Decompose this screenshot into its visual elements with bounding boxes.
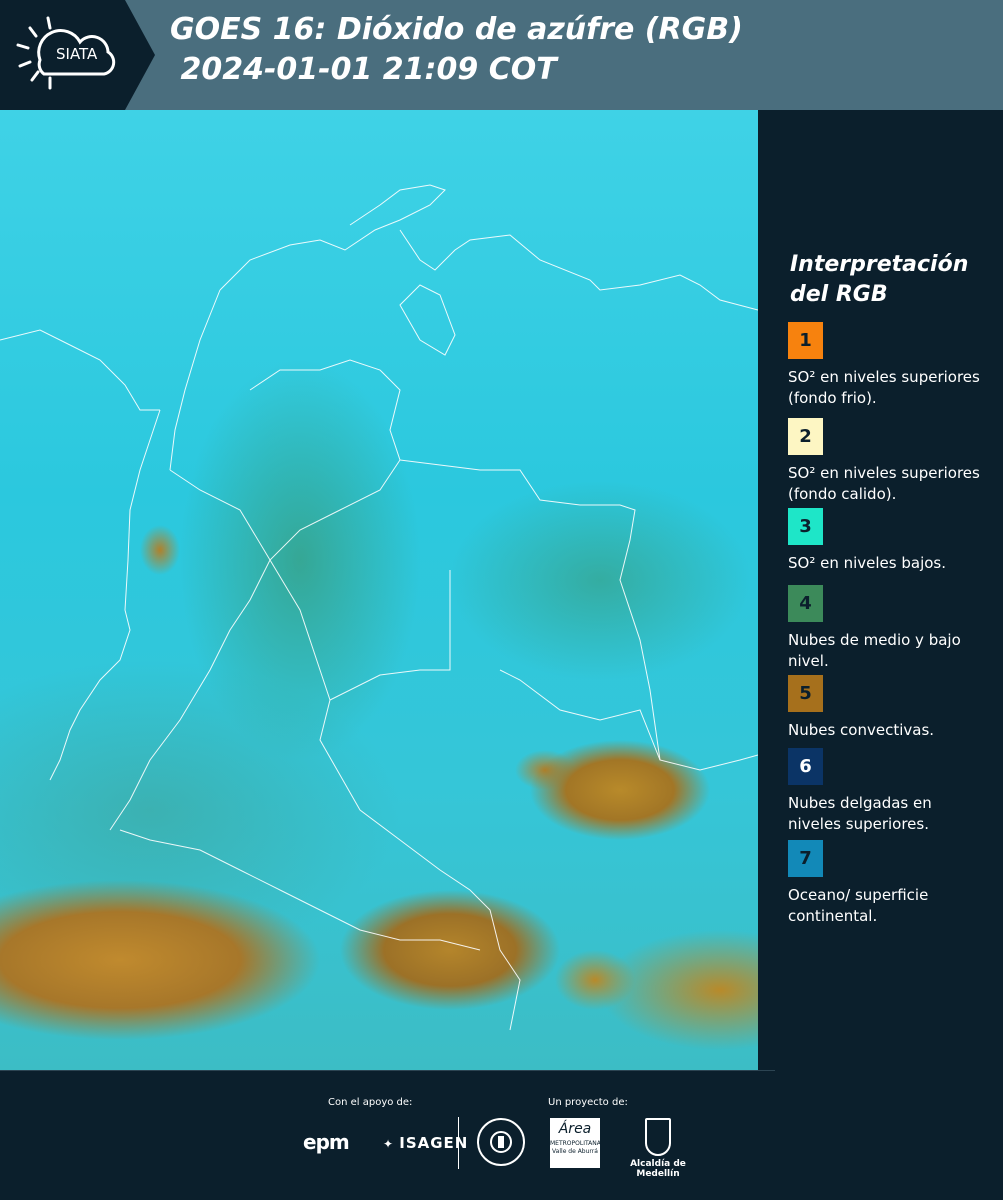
legend-item-2: 2 SO² en niveles superiores (fondo calid… <box>788 418 988 505</box>
legend-title: Interpretación del RGB <box>790 252 969 307</box>
area-sub: METROPOLITANA Valle de Aburrá <box>550 1140 601 1155</box>
legend-swatch: 5 <box>788 675 823 712</box>
area-name: Área <box>558 1121 592 1137</box>
legend-swatch: 2 <box>788 418 823 455</box>
legend-swatch: 6 <box>788 748 823 785</box>
legend-item-5: 5 Nubes convectivas. <box>788 675 988 741</box>
sponsor-divider <box>458 1117 459 1169</box>
support-label: Con el apoyo de: <box>328 1097 413 1108</box>
legend-text: Nubes de medio y bajo nivel. <box>788 631 961 670</box>
medellin-text: Alcaldía de Medellín <box>630 1159 686 1179</box>
university-seal-icon <box>477 1118 525 1166</box>
legend-text: SO² en niveles bajos. <box>788 554 947 572</box>
satellite-image <box>0 110 758 1070</box>
legend-item-4: 4 Nubes de medio y bajo nivel. <box>788 585 988 672</box>
footer: Con el apoyo de: Un proyecto de: epm ✦ I… <box>0 1070 1003 1200</box>
medellin-crest-icon <box>645 1118 671 1156</box>
legend-item-3: 3 SO² en niveles bajos. <box>788 508 988 574</box>
legend-text: Nubes delgadas en niveles superiores. <box>788 794 932 833</box>
alcaldia-medellin-logo: Alcaldía de Medellín <box>612 1118 704 1179</box>
legend-item-7: 7 Oceano/ superficie continental. <box>788 840 988 927</box>
siata-logo: SIATA <box>0 0 155 110</box>
project-label: Un proyecto de: <box>548 1097 628 1108</box>
legend-text: Nubes convectivas. <box>788 721 935 739</box>
page-title: GOES 16: Dióxido de azúfre (RGB) 2024-01… <box>170 10 743 90</box>
title-line-1: GOES 16: Dióxido de azúfre (RGB) <box>170 12 743 47</box>
legend-item-6: 6 Nubes delgadas en niveles superiores. <box>788 748 988 835</box>
title-line-2: 2024-01-01 21:09 COT <box>170 52 557 87</box>
country-borders <box>0 184 758 1031</box>
legend-panel: Interpretación del RGB 1 SO² en niveles … <box>760 110 1003 1070</box>
legend-swatch: 7 <box>788 840 823 877</box>
legend-text: SO² en niveles superiores (fondo frio). <box>788 368 980 407</box>
legend-text: Oceano/ superficie continental. <box>788 886 929 925</box>
legend-swatch: 4 <box>788 585 823 622</box>
isagen-mark-icon: ✦ <box>383 1137 400 1151</box>
legend-swatch: 1 <box>788 322 823 359</box>
footer-divider-line <box>0 1070 775 1071</box>
legend-item-1: 1 SO² en niveles superiores (fondo frio)… <box>788 322 988 409</box>
logo-text: SIATA <box>56 45 98 63</box>
legend-swatch: 3 <box>788 508 823 545</box>
area-metropolitana-logo: Área METROPOLITANA Valle de Aburrá <box>550 1118 601 1168</box>
header-bar: SIATA GOES 16: Dióxido de azúfre (RGB) 2… <box>0 0 1003 110</box>
isagen-logo: ✦ ISAGEN <box>383 1134 468 1152</box>
epm-logo: epm <box>303 1130 350 1154</box>
legend-text: SO² en niveles superiores (fondo calido)… <box>788 464 980 503</box>
